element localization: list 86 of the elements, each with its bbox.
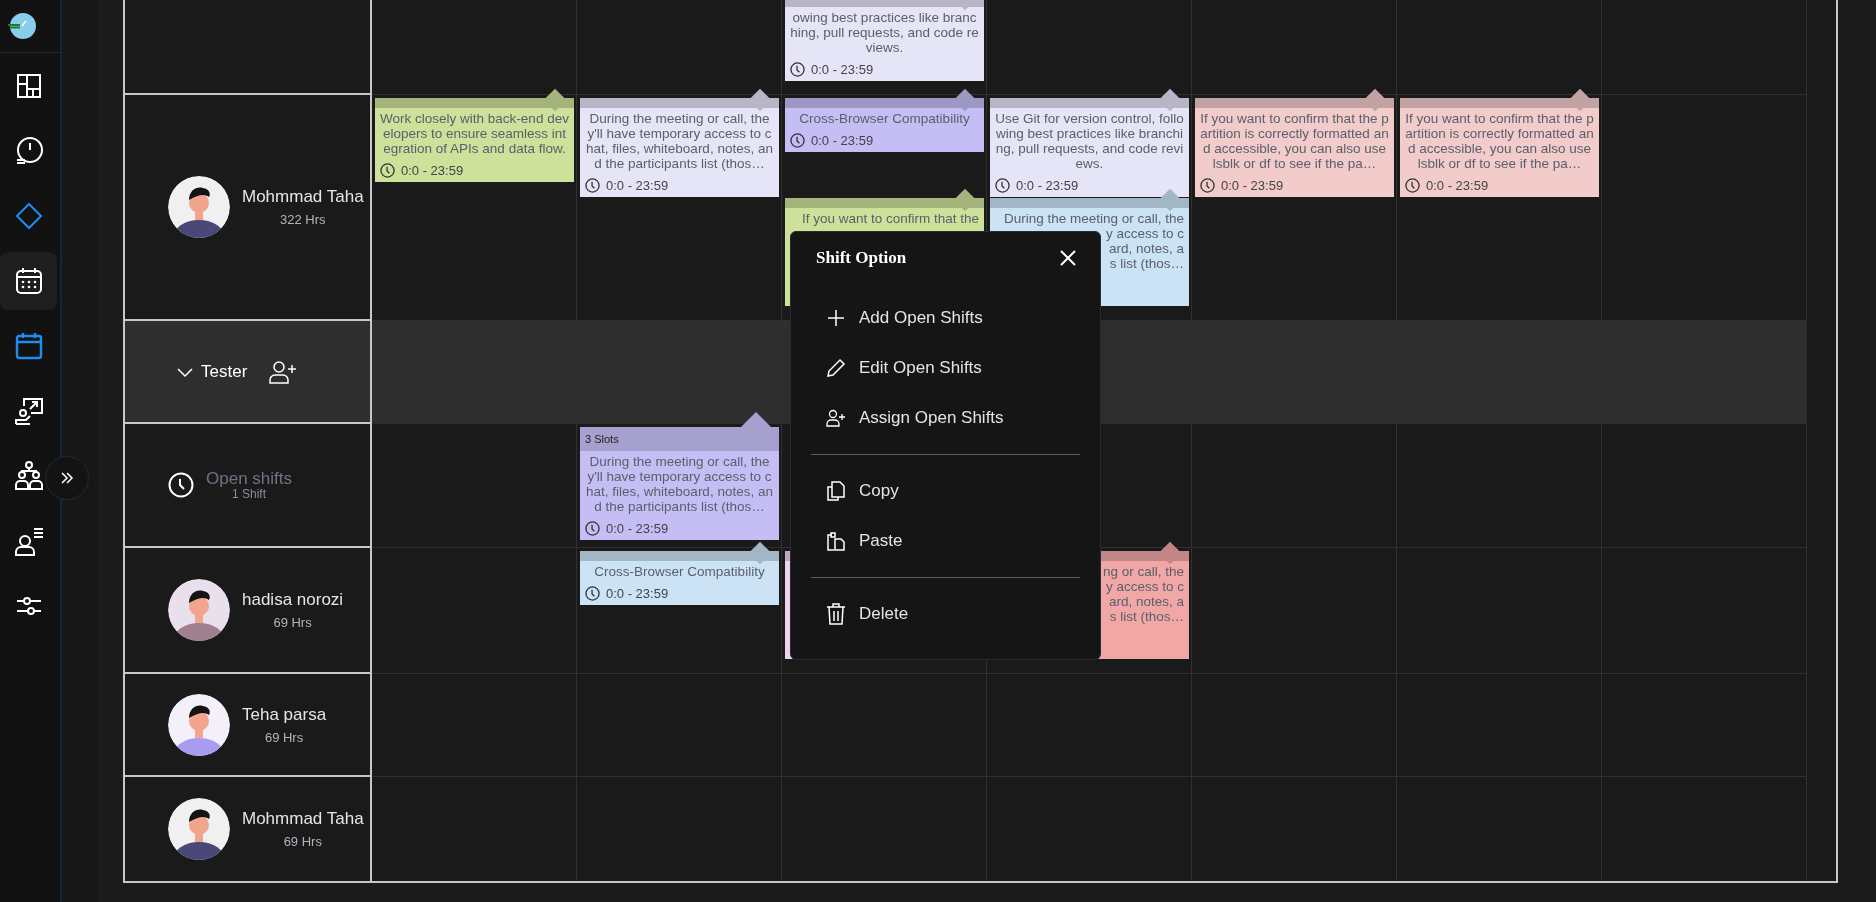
member-name: hadisa norozi xyxy=(242,590,344,610)
plus-icon xyxy=(826,308,846,328)
shift-card[interactable]: If you want to confirm that the partition is correctly formatted and accessible, you can also use lsblk or df to see if the pa… 0:0 - 23:59 xyxy=(1400,98,1599,197)
clock-icon xyxy=(995,178,1010,193)
menu-item[interactable]: Assign Open Shifts xyxy=(811,393,1080,443)
open-shifts-label: Open shifts xyxy=(206,469,292,489)
calendar-icon xyxy=(14,266,43,295)
shift-description: If you want to confirm that the partition is correctly formatted and accessible, you can also use lsblk or df to see if the pa… xyxy=(1405,111,1594,171)
menu-item[interactable]: Copy xyxy=(811,466,1080,516)
shift-description: ard, notes, a xyxy=(1108,594,1184,609)
clock-icon xyxy=(585,178,600,193)
shift-time: 0:0 - 23:59 xyxy=(1426,178,1489,193)
shift-description: During the meeting or call, they'll have temporary access to chat, files, whiteboard, notes, and the participants list (thos… xyxy=(585,454,774,514)
shift-time: 0:0 - 23:59 xyxy=(811,133,874,148)
menu-item[interactable]: Delete xyxy=(811,589,1080,639)
shift-card[interactable]: Cross-Browser Compatibility 0:0 - 23:59 xyxy=(785,98,984,152)
clock-icon xyxy=(380,163,395,178)
shift-description: During the meeting or call, they'll have temporary access to chat, files, whiteboard, notes, and the participants list (thos… xyxy=(585,111,774,171)
shift-time: 0:0 - 23:59 xyxy=(811,62,874,77)
copy-icon xyxy=(826,481,846,501)
shift-time: 0:0 - 23:59 xyxy=(401,163,464,178)
shift-card[interactable]: 3 Slots During the meeting or call, they'll have temporary access to chat, files, whiteboard, notes, and the participants list (thos… 0:0 - 23:59 xyxy=(580,427,779,540)
alert-icon xyxy=(14,136,43,165)
notch-marker xyxy=(741,412,771,427)
shift-description: If you want to confirm that the xyxy=(801,211,979,226)
shift-description: ard, notes, a xyxy=(1108,241,1184,256)
menu-item[interactable]: Paste xyxy=(811,516,1080,566)
add-user-icon xyxy=(826,409,846,427)
logo-icon xyxy=(6,11,36,41)
shift-description: During the meeting or call, the xyxy=(1003,211,1184,226)
shift-description: If you want to confirm that the partition is correctly formatted and accessible, you can also use lsblk or df to see if the pa… xyxy=(1200,111,1389,171)
pencil-icon xyxy=(826,358,846,378)
shift-card[interactable]: During the meeting or call, they'll have temporary access to chat, files, whiteboard, notes, and the participants list (thos… 0:0 - 23:59 xyxy=(580,98,779,197)
member-name: Teha parsa xyxy=(242,704,327,725)
group-name: Tester xyxy=(201,361,248,382)
dashboard-icon xyxy=(15,72,42,99)
nav-button[interactable] xyxy=(12,459,45,492)
menu-item[interactable]: Add Open Shifts xyxy=(811,293,1080,343)
paste-icon xyxy=(826,531,846,551)
shift-description: ng or call, the xyxy=(1102,564,1184,579)
member-name: Mohmmad Taha xyxy=(242,809,364,829)
diamond-icon xyxy=(14,201,43,230)
shift-description: owing best practices like branching, pull requests, and code reviews. xyxy=(790,10,979,55)
shift-description: s list (thos… xyxy=(1109,256,1184,271)
member-hours: 69 Hrs xyxy=(273,615,312,630)
shift-description: y access to c xyxy=(1105,226,1184,241)
member-hours: 322 Hrs xyxy=(280,212,326,227)
shift-description: y access to c xyxy=(1105,579,1184,594)
clock-icon xyxy=(168,472,194,498)
clock-icon xyxy=(1405,178,1420,193)
double-chevron-icon xyxy=(60,471,74,485)
shift-time: 0:0 - 23:59 xyxy=(1016,178,1079,193)
calendar-icon xyxy=(14,331,43,360)
shift-time: 0:0 - 23:59 xyxy=(606,586,669,601)
shift-card[interactable]: If you want to confirm that the partition is correctly formatted and accessible, you can also use lsblk or df to see if the pa… 0:0 - 23:59 xyxy=(1195,98,1394,197)
nav-button[interactable] xyxy=(0,251,57,310)
shift-time: 0:0 - 23:59 xyxy=(1221,178,1284,193)
shift-count: 1 Shift xyxy=(232,487,266,501)
shift-description: Work closely with back-end developers to ensure seamless integration of APIs and data flow. xyxy=(380,111,569,156)
menu-item[interactable]: Edit Open Shifts xyxy=(811,343,1080,393)
add-user-icon[interactable] xyxy=(269,359,298,384)
shift-time: 0:0 - 23:59 xyxy=(606,178,669,193)
trash-icon xyxy=(826,603,846,625)
shift-time: 0:0 - 23:59 xyxy=(606,521,669,536)
member-name: Mohmmad Taha xyxy=(242,187,364,207)
clock-icon xyxy=(790,62,805,77)
clock-icon xyxy=(585,586,600,601)
shift-card[interactable]: owing best practices like branching, pull requests, and code reviews. 0:0 - 23:59 xyxy=(785,0,984,81)
member-hours: 69 Hrs xyxy=(283,834,322,849)
slots-label: 3 Slots xyxy=(580,427,779,451)
shift-description: Use Git for version control, following best practices like branching, pull requests, and code reviews. xyxy=(995,111,1184,171)
shift-description: Cross-Browser Compatibility xyxy=(798,111,971,126)
user-list-icon xyxy=(13,525,44,556)
team-icon xyxy=(13,460,44,491)
shift-card[interactable]: Work closely with back-end developers to ensure seamless integration of APIs and data flow. 0:0 - 23:59 xyxy=(375,98,574,182)
shift-card[interactable]: Use Git for version control, following best practices like branching, pull requests, and code reviews. 0:0 - 23:59 xyxy=(990,98,1189,197)
clock-icon xyxy=(790,133,805,148)
close-icon xyxy=(1060,250,1076,266)
menu-title: Shift Option xyxy=(816,248,907,268)
shift-description: s list (thos… xyxy=(1109,609,1184,624)
shift-description: Cross-Browser Compatibility xyxy=(593,564,766,579)
clock-icon xyxy=(585,521,600,536)
presentation-icon xyxy=(13,395,44,426)
shift-card[interactable]: Cross-Browser Compatibility 0:0 - 23:59 xyxy=(580,551,779,605)
clock-icon xyxy=(1200,178,1215,193)
member-hours: 69 Hrs xyxy=(264,729,304,745)
